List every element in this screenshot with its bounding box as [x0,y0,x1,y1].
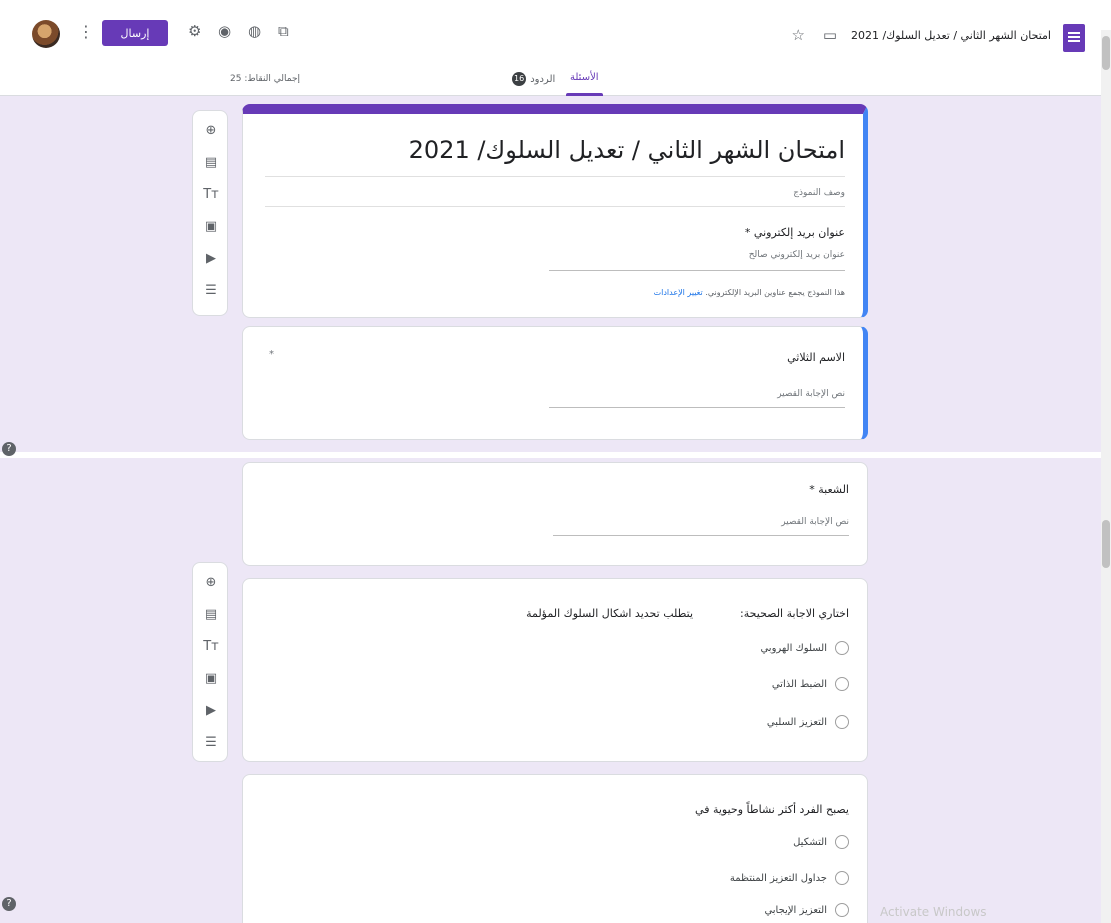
forms-logo-icon[interactable] [1063,24,1085,52]
add-section-icon[interactable]: ☰ [193,727,229,759]
email-field: عنوان بريد إلكتروني صالح [748,250,845,260]
screenshot-seam [0,452,1111,458]
question-title-text: اختاري الاجابة الصحيحة: [740,607,849,620]
star-icon[interactable]: ☆ [792,27,805,43]
eye-icon[interactable]: ◉ [218,23,231,39]
divider [553,535,849,536]
question-title[interactable]: اختاري الاجابة الصحيحة: يتطلب تحديد اشكا… [526,607,849,620]
more-vert-icon[interactable]: ⋮ [78,22,94,41]
puzzle-icon[interactable]: ⧉ [278,23,289,39]
add-question-icon[interactable]: ⊕ [193,567,229,599]
tab-questions[interactable]: الأسئلة [566,72,603,96]
radio-circle-icon[interactable] [835,871,849,885]
responses-count-badge: 16 [512,72,527,86]
radio-option[interactable]: السلوك الهروبي [760,641,849,655]
divider [265,206,845,207]
radio-circle-icon[interactable] [835,677,849,691]
app-header: امتحان الشهر الثاني / تعديل السلوك/ 2021… [0,0,1111,96]
scrollbar-thumb[interactable] [1102,36,1110,70]
add-image-icon[interactable]: ▣ [193,663,229,695]
add-image-icon[interactable]: ▣ [193,211,229,243]
document-title[interactable]: امتحان الشهر الثاني / تعديل السلوك/ 2021 [851,29,1051,42]
question-toolbar: ⊕ ▤ Tт ▣ ▶ ☰ [192,110,228,316]
question-card-section[interactable]: الشعبة * نص الإجابة القصير [242,462,868,566]
tab-bar: الأسئلة الردود 16 إجمالي النقاط: 25 [0,62,1111,96]
form-title-card[interactable]: امتحان الشهر الثاني / تعديل السلوك/ 2021… [242,104,868,318]
option-label: التعزيز الإيجابي [764,904,827,916]
change-settings-link[interactable]: تغيير الإعدادات [654,288,703,297]
tab-responses-label: الردود [530,73,556,85]
option-label: التشكيل [793,836,827,848]
option-label: السلوك الهروبي [760,642,827,654]
activate-windows-watermark: Activate Windows [880,905,987,919]
option-label: الضبط الذاتي [771,678,827,690]
email-collection-note: هذا النموذج يجمع عناوين البريد الإلكترون… [654,288,845,297]
radio-option[interactable]: جداول التعزيز المنتظمة [730,871,849,885]
option-label: التعزيز السلبي [766,716,827,728]
gear-icon[interactable]: ⚙ [188,23,201,39]
total-points: إجمالي النقاط: 25 [230,74,301,84]
add-title-icon[interactable]: Tт [193,631,229,663]
form-title[interactable]: امتحان الشهر الثاني / تعديل السلوك/ 2021 [409,136,845,164]
radio-option[interactable]: الضبط الذاتي [772,677,849,691]
radio-option[interactable]: التشكيل [793,835,849,849]
question-toolbar: ⊕ ▤ Tт ▣ ▶ ☰ [192,562,228,762]
help-icon[interactable]: ? [2,442,16,456]
question-card-name[interactable]: الاسم الثلاثي * نص الإجابة القصير [242,326,868,440]
radio-option[interactable]: التعزيز الإيجابي [764,903,849,917]
folder-icon[interactable]: ▭ [823,27,837,43]
radio-option[interactable]: التعزيز السلبي [767,715,849,729]
add-video-icon[interactable]: ▶ [193,243,229,275]
avatar[interactable] [32,20,60,48]
radio-circle-icon[interactable] [835,903,849,917]
add-question-icon[interactable]: ⊕ [193,115,229,147]
divider [549,270,845,271]
question-title[interactable]: يصبح الفرد أكثر نشاطاً وحيوية في [695,803,849,816]
import-questions-icon[interactable]: ▤ [193,599,229,631]
radio-circle-icon[interactable] [835,835,849,849]
tab-responses[interactable]: الردود 16 [512,72,555,86]
question-card-multiple-choice[interactable]: يصبح الفرد أكثر نشاطاً وحيوية في التشكيل… [242,774,868,923]
send-button[interactable]: إرسال [102,20,168,46]
import-questions-icon[interactable]: ▤ [193,147,229,179]
email-question-label: عنوان بريد إلكتروني * [744,226,845,239]
radio-circle-icon[interactable] [835,715,849,729]
divider [549,407,845,408]
question-title[interactable]: الاسم الثلاثي [787,351,845,364]
short-answer-placeholder: نص الإجابة القصير [781,517,849,527]
help-icon[interactable]: ? [2,897,16,911]
required-mark: * [269,349,274,360]
question-subtitle-text: يتطلب تحديد اشكال السلوك المؤلمة [526,607,694,620]
radio-circle-icon[interactable] [835,641,849,655]
scrollbar-thumb[interactable] [1102,520,1110,568]
add-title-icon[interactable]: Tт [193,179,229,211]
form-description-field[interactable]: وصف النموذج [793,188,845,198]
divider [265,176,845,177]
question-title[interactable]: الشعبة * [809,483,849,496]
scrollbar[interactable] [1101,30,1111,923]
palette-icon[interactable]: ◍ [248,23,261,39]
question-card-multiple-choice[interactable]: اختاري الاجابة الصحيحة: يتطلب تحديد اشكا… [242,578,868,762]
add-section-icon[interactable]: ☰ [193,275,229,307]
top-bar: امتحان الشهر الثاني / تعديل السلوك/ 2021… [0,0,1111,62]
email-note-text: هذا النموذج يجمع عناوين البريد الإلكترون… [705,288,845,297]
short-answer-placeholder: نص الإجابة القصير [777,389,845,399]
option-label: جداول التعزيز المنتظمة [729,872,827,884]
add-video-icon[interactable]: ▶ [193,695,229,727]
